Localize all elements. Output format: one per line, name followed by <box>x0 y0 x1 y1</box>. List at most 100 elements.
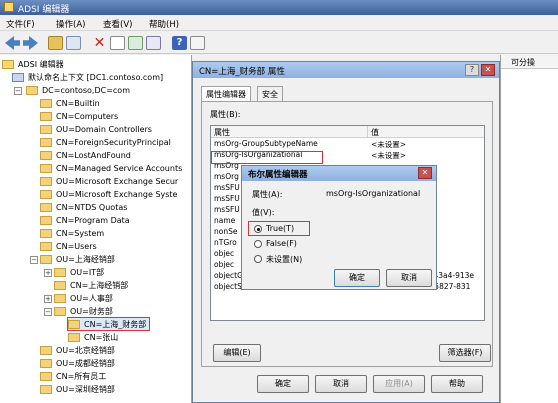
folder-icon <box>40 371 52 381</box>
folder-icon <box>40 150 52 160</box>
menu-help[interactable]: 帮助(H) <box>149 18 179 30</box>
tree-item[interactable]: OU=Microsoft Exchange Syste <box>40 188 177 200</box>
tree-item[interactable]: CN=NTDS Quotas <box>40 201 127 213</box>
tab-security[interactable]: 安全 <box>257 86 283 101</box>
help-icon[interactable]: ? <box>465 64 479 76</box>
tree-item[interactable]: CN=Users <box>40 240 97 252</box>
tree-item[interactable]: OU=Microsoft Exchange Secur <box>40 175 178 187</box>
folder-icon <box>40 202 52 212</box>
expand-hr[interactable]: + <box>44 295 52 303</box>
properties-title: CN=上海_财务部 属性 <box>199 67 285 77</box>
tree-item[interactable]: OU=财务部 <box>54 305 113 317</box>
folder-icon <box>54 293 66 303</box>
tree-domain[interactable]: DC=contoso,DC=com <box>26 84 130 96</box>
folder-icon <box>40 254 52 264</box>
radio-false-label[interactable]: False(F) <box>266 239 297 248</box>
back-icon[interactable] <box>5 36 20 50</box>
tree-context[interactable]: 默认命名上下文 [DC1.contoso.com] <box>12 71 163 83</box>
expand-it[interactable]: + <box>44 269 52 277</box>
folder-icon <box>40 384 52 394</box>
tab-attribute-editor[interactable]: 属性编辑器 <box>201 86 251 101</box>
forward-icon[interactable] <box>23 36 38 50</box>
apply-button[interactable]: 应用(A) <box>373 375 425 393</box>
bool-ok-button[interactable]: 确定 <box>334 269 380 287</box>
tree-item[interactable]: CN=ForeignSecurityPrincipal <box>40 136 171 148</box>
show-action-pane-icon[interactable] <box>190 36 205 50</box>
tree-item[interactable]: OU=成都经销部 <box>40 357 115 369</box>
folder-icon <box>54 306 66 316</box>
cancel-button[interactable]: 取消 <box>315 375 367 393</box>
edit-button[interactable]: 编辑(E) <box>213 344 261 362</box>
show-tree-icon[interactable] <box>66 36 81 50</box>
column-divider[interactable] <box>367 126 368 138</box>
folder-icon <box>68 332 80 342</box>
tree-item[interactable]: CN=Program Data <box>40 214 130 226</box>
radio-not-set[interactable] <box>254 255 262 263</box>
actions-header: 可分操 <box>501 55 558 69</box>
help-button[interactable]: 帮助 <box>431 375 483 393</box>
folder-icon <box>40 228 52 238</box>
folder-icon <box>40 137 52 147</box>
column-attribute[interactable]: 属性 <box>214 127 230 138</box>
delete-icon[interactable]: ✕ <box>92 36 107 50</box>
attribute-name: msOrg-IsOrganizational <box>326 189 421 198</box>
folder-icon <box>40 241 52 251</box>
menu-view[interactable]: 查看(V) <box>103 18 132 30</box>
properties-titlebar: CN=上海_财务部 属性 ? ✕ <box>193 62 499 78</box>
tree-item[interactable]: OU=人事部 <box>54 292 113 304</box>
actions-pane: 可分操 <box>500 55 558 403</box>
filter-button[interactable]: 筛选器(F) <box>439 344 491 362</box>
tree-item[interactable]: CN=所有员工 <box>40 370 106 382</box>
bool-cancel-button[interactable]: 取消 <box>386 269 432 287</box>
collapse-shanghai[interactable]: − <box>30 256 38 264</box>
tree-item[interactable]: CN=Builtin <box>40 97 100 109</box>
collapse-domain[interactable]: − <box>14 87 22 95</box>
column-value[interactable]: 值 <box>371 127 379 138</box>
folder-icon <box>40 98 52 108</box>
radio-false[interactable] <box>254 240 262 248</box>
attribute-list-header: 属性 值 <box>211 126 484 138</box>
export-list-icon[interactable] <box>146 36 161 50</box>
folder-icon <box>54 267 66 277</box>
folder-icon <box>40 111 52 121</box>
menu-file[interactable]: 文件(F) <box>6 18 35 30</box>
collapse-finance[interactable]: − <box>44 308 52 316</box>
tree-item[interactable]: CN=Managed Service Accounts <box>40 162 182 174</box>
folder-icon <box>40 215 52 225</box>
boolean-editor-titlebar: 布尔属性编辑器 ✕ <box>242 166 436 181</box>
tree-item[interactable]: OU=Domain Controllers <box>40 123 152 135</box>
folder-icon <box>40 189 52 199</box>
tree-item[interactable]: OU=上海经销部 <box>40 253 115 265</box>
tree-item[interactable]: CN=System <box>40 227 104 239</box>
menu-action[interactable]: 操作(A) <box>56 18 85 30</box>
attributes-label: 属性(B): <box>210 110 241 119</box>
help-icon[interactable]: ? <box>172 36 187 50</box>
attribute-name-cell: msOrg-GroupSubtypeName <box>214 139 318 148</box>
tree-item-selected[interactable]: CN=上海_财务部 <box>66 317 151 331</box>
tree-item[interactable]: OU=IT部 <box>54 266 104 278</box>
context-icon <box>12 72 24 82</box>
tree-item[interactable]: OU=深圳经销部 <box>40 383 115 395</box>
tree-item[interactable]: CN=张山 <box>68 331 118 343</box>
window-titlebar: ADSI 编辑器 <box>0 0 558 15</box>
close-icon[interactable]: ✕ <box>418 167 432 179</box>
tree-item[interactable]: CN=上海经销部 <box>54 279 128 291</box>
highlight-box <box>248 221 310 236</box>
folder-icon <box>68 319 80 329</box>
tree-item[interactable]: CN=LostAndFound <box>40 149 131 161</box>
menu-bar: 文件(F) 操作(A) 查看(V) 帮助(H) <box>0 15 558 31</box>
properties-icon[interactable] <box>110 36 125 50</box>
folder-icon <box>54 280 66 290</box>
radio-not-set-label[interactable]: 未设置(N) <box>266 254 302 265</box>
tree-pane: ADSI 编辑器 默认命名上下文 [DC1.contoso.com] − DC=… <box>0 55 192 403</box>
close-icon[interactable]: ✕ <box>481 64 495 76</box>
refresh-icon[interactable] <box>128 36 143 50</box>
tree-item[interactable]: OU=北京经销部 <box>40 344 115 356</box>
tree-item[interactable]: CN=Computers <box>40 110 118 122</box>
folder-icon <box>40 163 52 173</box>
folder-icon <box>40 345 52 355</box>
ok-button[interactable]: 确定 <box>257 375 309 393</box>
tree-root[interactable]: ADSI 编辑器 <box>2 58 64 70</box>
up-folder-icon[interactable] <box>48 36 63 50</box>
value-label: 值(V): <box>252 208 275 217</box>
